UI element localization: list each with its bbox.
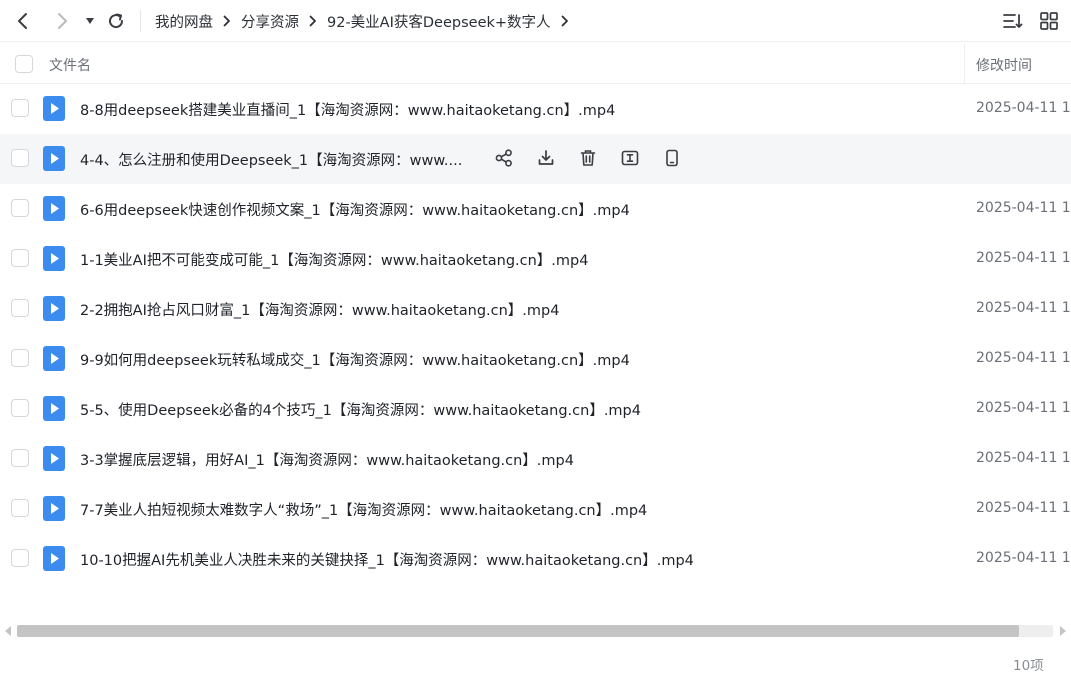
table-row[interactable]: 7-7美业人拍短视频太难数字人“救场”_1【海淘资源网：www.haitaoke… xyxy=(0,484,1071,534)
send-to-phone-button[interactable] xyxy=(661,147,683,169)
delete-icon xyxy=(580,150,596,166)
refresh-icon xyxy=(109,13,124,28)
chevron-right-icon xyxy=(309,15,317,27)
toolbar: 我的网盘 分享资源 92-美业AI获客Deepseek+数字人 xyxy=(0,0,1071,42)
table-row[interactable]: 10-10把握AI先机美业人决胜未来的关键抉择_1【海淘资源网：www.hait… xyxy=(0,534,1071,584)
row-checkbox[interactable] xyxy=(11,299,29,317)
row-checkbox[interactable] xyxy=(11,449,29,467)
history-dropdown-button[interactable] xyxy=(82,7,98,35)
file-name[interactable]: 8-8用deepseek搭建美业直播间_1【海淘资源网：www.haitaoke… xyxy=(80,99,615,120)
file-list-header: 文件名 修改时间 xyxy=(0,44,1071,84)
download-icon xyxy=(538,150,554,165)
table-row[interactable]: 6-6用deepseek快速创作视频文案_1【海淘资源网：www.haitaok… xyxy=(0,184,1071,234)
table-row[interactable]: 8-8用deepseek搭建美业直播间_1【海淘资源网：www.haitaoke… xyxy=(0,84,1071,134)
row-checkbox[interactable] xyxy=(11,249,29,267)
file-name[interactable]: 7-7美业人拍短视频太难数字人“救场”_1【海淘资源网：www.haitaoke… xyxy=(80,499,647,520)
breadcrumb-item-home[interactable]: 我的网盘 xyxy=(155,11,213,32)
video-file-icon xyxy=(43,446,65,471)
video-file-icon xyxy=(43,96,65,121)
row-checkbox[interactable] xyxy=(11,349,29,367)
caret-down-icon xyxy=(86,17,94,24)
file-name[interactable]: 3-3掌握底层逻辑，用好AI_1【海淘资源网：www.haitaoketang.… xyxy=(80,449,574,470)
scroll-left-arrow-icon[interactable] xyxy=(3,625,13,637)
table-row[interactable]: 4-4、怎么注册和使用Deepseek_1【海淘资源网：www.... xyxy=(0,134,1071,184)
file-name[interactable]: 9-9如何用deepseek玩转私域成交_1【海淘资源网：www.haitaok… xyxy=(80,349,630,370)
modified-time: 2025-04-11 1 xyxy=(976,450,1071,466)
back-button[interactable] xyxy=(10,7,34,35)
column-header-time[interactable]: 修改时间 xyxy=(976,55,1032,75)
row-checkbox[interactable] xyxy=(11,99,29,117)
rename-button[interactable] xyxy=(619,147,641,169)
select-all-checkbox[interactable] xyxy=(15,55,33,73)
row-checkbox[interactable] xyxy=(11,149,29,167)
grid-view-icon xyxy=(1040,12,1058,30)
table-row[interactable]: 3-3掌握底层逻辑，用好AI_1【海淘资源网：www.haitaoketang.… xyxy=(0,434,1071,484)
breadcrumb-item-current[interactable]: 92-美业AI获客Deepseek+数字人 xyxy=(327,11,551,32)
download-button[interactable] xyxy=(535,147,557,169)
video-file-icon xyxy=(43,396,65,421)
chevron-right-icon xyxy=(223,15,231,27)
column-divider[interactable] xyxy=(964,44,965,84)
share-icon xyxy=(495,149,512,167)
modified-time: 2025-04-11 1 xyxy=(976,300,1071,316)
phone-icon xyxy=(666,149,678,167)
video-file-icon xyxy=(43,146,65,171)
row-checkbox[interactable] xyxy=(11,399,29,417)
chevron-right-icon xyxy=(58,12,67,29)
sort-button[interactable] xyxy=(1002,9,1024,33)
toolbar-divider xyxy=(140,10,141,32)
row-actions xyxy=(493,147,703,169)
row-checkbox[interactable] xyxy=(11,199,29,217)
share-button[interactable] xyxy=(493,147,515,169)
refresh-button[interactable] xyxy=(104,7,128,35)
file-name[interactable]: 4-4、怎么注册和使用Deepseek_1【海淘资源网：www.... xyxy=(80,149,462,170)
video-file-icon xyxy=(43,346,65,371)
table-row[interactable]: 9-9如何用deepseek玩转私域成交_1【海淘资源网：www.haitaok… xyxy=(0,334,1071,384)
video-file-icon xyxy=(43,496,65,521)
table-row[interactable]: 5-5、使用Deepseek必备的4个技巧_1【海淘资源网：www.haitao… xyxy=(0,384,1071,434)
modified-time: 2025-04-11 1 xyxy=(976,500,1071,516)
file-name[interactable]: 2-2拥抱AI抢占风口财富_1【海淘资源网：www.haitaoketang.c… xyxy=(80,299,559,320)
video-file-icon xyxy=(43,246,65,271)
item-count: 10项 xyxy=(1013,658,1044,674)
chevron-left-icon xyxy=(18,12,27,29)
file-name[interactable]: 10-10把握AI先机美业人决胜未来的关键抉择_1【海淘资源网：www.hait… xyxy=(80,549,694,570)
column-header-name[interactable]: 文件名 xyxy=(49,55,91,75)
scroll-thumb[interactable] xyxy=(17,625,1019,637)
file-name[interactable]: 1-1美业AI把不可能变成可能_1【海淘资源网：www.haitaoketang… xyxy=(80,249,588,270)
video-file-icon xyxy=(43,296,65,321)
sort-list-icon xyxy=(1003,14,1023,28)
breadcrumb: 我的网盘 分享资源 92-美业AI获客Deepseek+数字人 xyxy=(155,0,569,42)
rename-icon xyxy=(621,150,639,166)
file-name[interactable]: 5-5、使用Deepseek必备的4个技巧_1【海淘资源网：www.haitao… xyxy=(80,399,641,420)
forward-button[interactable] xyxy=(51,7,75,35)
table-row[interactable]: 2-2拥抱AI抢占风口财富_1【海淘资源网：www.haitaoketang.c… xyxy=(0,284,1071,334)
file-name[interactable]: 6-6用deepseek快速创作视频文案_1【海淘资源网：www.haitaok… xyxy=(80,199,630,220)
row-checkbox[interactable] xyxy=(11,549,29,567)
table-row[interactable]: 1-1美业AI把不可能变成可能_1【海淘资源网：www.haitaoketang… xyxy=(0,234,1071,284)
row-checkbox[interactable] xyxy=(11,499,29,517)
delete-button[interactable] xyxy=(577,147,599,169)
scroll-right-arrow-icon[interactable] xyxy=(1058,625,1068,637)
modified-time: 2025-04-11 1 xyxy=(976,100,1071,116)
modified-time: 2025-04-11 1 xyxy=(976,350,1071,366)
horizontal-scrollbar[interactable] xyxy=(0,621,1071,641)
modified-time: 2025-04-11 1 xyxy=(976,200,1071,216)
chevron-right-icon[interactable] xyxy=(561,15,569,27)
grid-view-button[interactable] xyxy=(1038,9,1060,33)
video-file-icon xyxy=(43,546,65,571)
modified-time: 2025-04-11 1 xyxy=(976,400,1071,416)
modified-time: 2025-04-11 1 xyxy=(976,250,1071,266)
video-file-icon xyxy=(43,196,65,221)
modified-time: 2025-04-11 1 xyxy=(976,550,1071,566)
breadcrumb-item-shared[interactable]: 分享资源 xyxy=(241,11,299,32)
